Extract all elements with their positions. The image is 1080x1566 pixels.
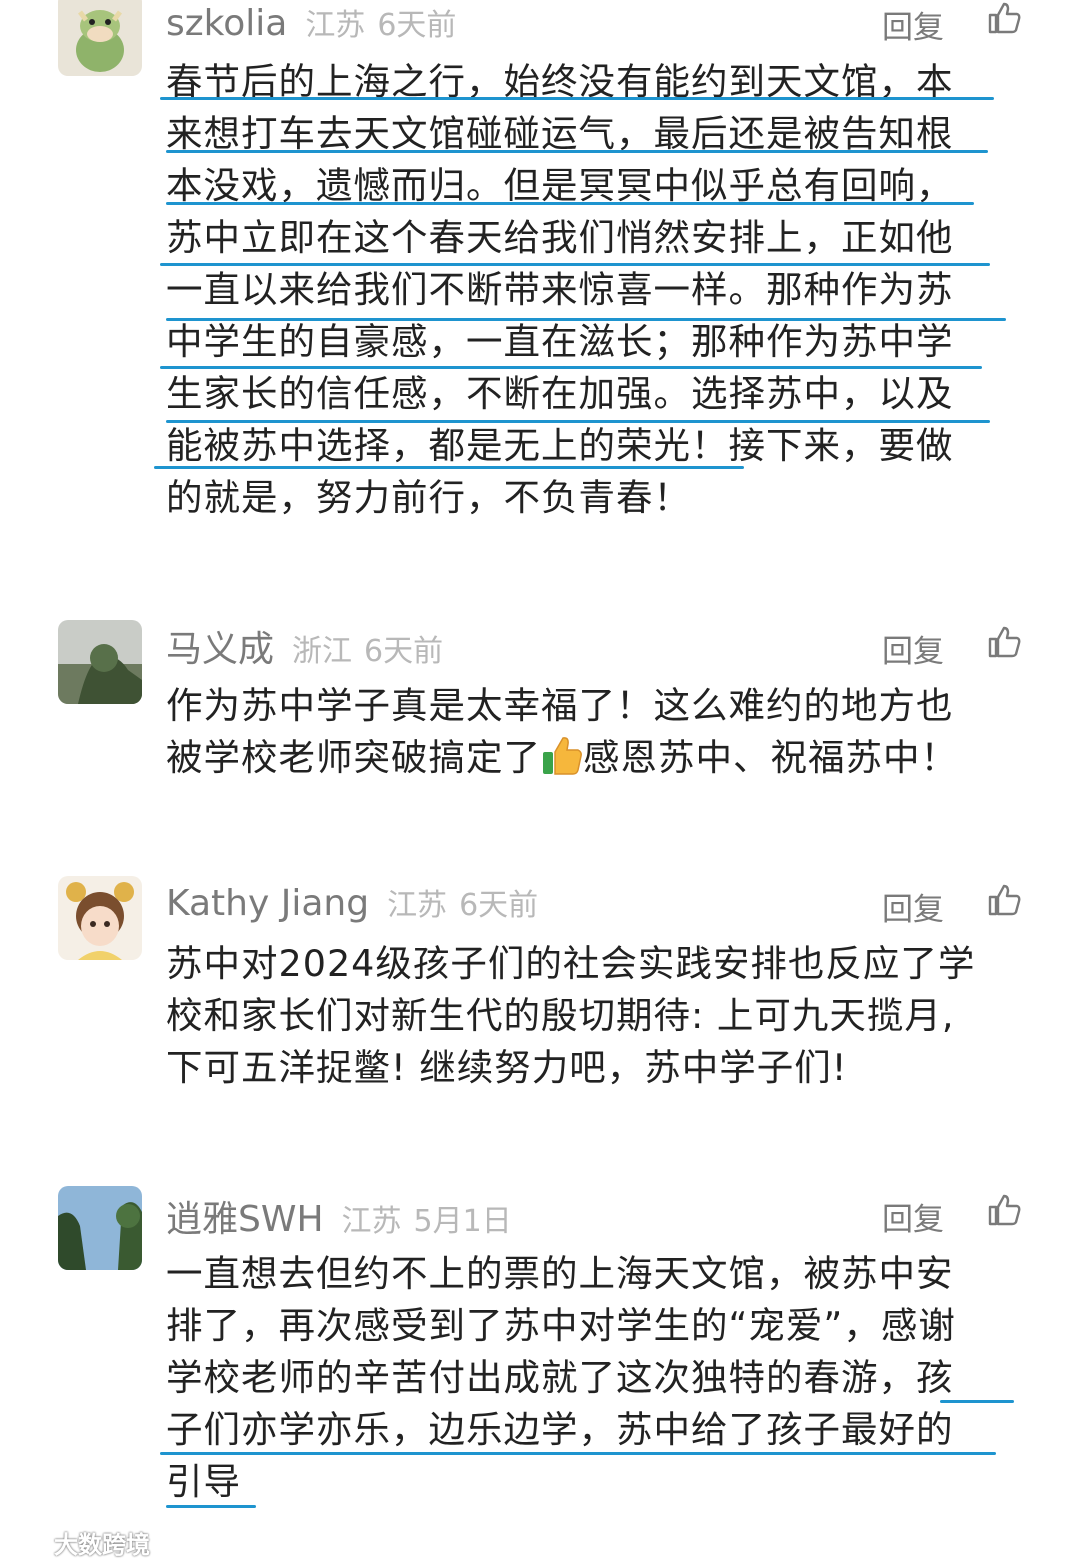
avatar[interactable] (58, 876, 142, 960)
comment-meta: 逍雅SWH 江苏 5月1日 (166, 1190, 512, 1240)
highlight-underline (160, 1452, 996, 1455)
highlight-underline (160, 97, 994, 100)
username[interactable]: 逍雅SWH (166, 1190, 324, 1242)
location: 江苏 (305, 8, 366, 43)
like-icon[interactable] (986, 882, 1022, 918)
highlight-underline (166, 420, 990, 423)
highlight-underline (166, 318, 1006, 321)
avatar[interactable] (58, 0, 142, 76)
highlight-underline (160, 263, 990, 266)
watermark: 大数跨境 (6, 1525, 150, 1560)
location: 江苏 (341, 1204, 402, 1239)
timestamp: 5月1日 (413, 1204, 512, 1239)
like-icon[interactable] (986, 624, 1022, 660)
reply-button[interactable]: 回复 (882, 626, 944, 671)
highlight-underline (160, 366, 982, 369)
comment-line: 作为苏中学子真是太幸福了！这么难约的地方也 (166, 684, 954, 727)
location: 江苏 (387, 888, 448, 923)
comment-line: 子们亦学亦乐，边乐边学，苏中给了孩子最好的 (166, 1408, 954, 1451)
comment-line: 春节后的上海之行，始终没有能约到天文馆，本 (166, 60, 954, 103)
comment-line: 学校老师的辛苦付出成就了这次独特的春游，孩 (166, 1356, 954, 1399)
highlight-underline (154, 466, 744, 469)
highlight-underline (166, 150, 988, 153)
comment-line: 一直以来给我们不断带来惊喜一样。那种作为苏 (166, 268, 954, 311)
comment-line-part: 感恩苏中、祝福苏中！ (583, 736, 958, 779)
highlight-underline (166, 202, 974, 205)
comment-line: 中学生的自豪感，一直在滋长；那种作为苏中学 (166, 320, 954, 363)
username[interactable]: Kathy Jiang (166, 883, 369, 924)
watermark-text: 大数跨境 (54, 1531, 150, 1559)
like-icon[interactable] (986, 0, 1022, 36)
location: 浙江 (292, 634, 353, 669)
comment-text: 作为苏中学子真是太幸福了！这么难约的地方也 被学校老师突破搞定了 感恩苏中、祝福苏… (166, 680, 996, 784)
watermark-logo-icon (6, 1533, 50, 1552)
comment-line: 能被苏中选择，都是无上的荣光！接下来，要做 (166, 424, 954, 467)
avatar[interactable] (58, 620, 142, 704)
comment-meta: Kathy Jiang 江苏 6天前 (166, 880, 538, 926)
comment-line: 的就是，努力前行，不负青春！ (166, 476, 691, 519)
thumbs-up-emoji-icon (541, 734, 583, 776)
reply-button[interactable]: 回复 (882, 1194, 944, 1239)
comment-line: 排了，再次感受到了苏中对学生的“宠爱”，感谢 (166, 1304, 956, 1347)
comment-line: 引导 (166, 1460, 241, 1503)
comment-line: 校和家长们对新生代的殷切期待: 上可九天揽月, (166, 994, 955, 1037)
comment-line: 下可五洋捉鳖! 继续努力吧，苏中学子们! (166, 1046, 848, 1089)
comment-line-part: 被学校老师突破搞定了 (166, 736, 541, 779)
comment-line: 苏中对2024级孩子们的社会实践安排也反应了学 (166, 942, 976, 985)
username[interactable]: 马义成 (166, 620, 274, 672)
comment-meta: 马义成 浙江 6天前 (166, 620, 443, 670)
comment-text: 春节后的上海之行，始终没有能约到天文馆，本 来想打车去天文馆碰碰运气，最后还是被… (166, 56, 996, 524)
like-icon[interactable] (986, 1192, 1022, 1228)
reply-button[interactable]: 回复 (882, 2, 944, 47)
timestamp: 6天前 (459, 888, 539, 923)
reply-button[interactable]: 回复 (882, 884, 944, 929)
comment-line: 生家长的信任感，不断在加强。选择苏中，以及 (166, 372, 954, 415)
highlight-underline (166, 1505, 256, 1508)
highlight-underline (940, 1400, 1014, 1403)
comment-meta: szkolia 江苏 6天前 (166, 0, 456, 46)
timestamp: 6天前 (364, 634, 444, 669)
username[interactable]: szkolia (166, 3, 287, 44)
avatar[interactable] (58, 1186, 142, 1270)
comment-text: 苏中对2024级孩子们的社会实践安排也反应了学 校和家长们对新生代的殷切期待: … (166, 938, 996, 1094)
comment-line: 苏中立即在这个春天给我们悄然安排上，正如他 (166, 216, 954, 259)
comment-line: 被学校老师突破搞定了 感恩苏中、祝福苏中！ (166, 732, 996, 784)
comment-text: 一直想去但约不上的票的上海天文馆，被苏中安 排了，再次感受到了苏中对学生的“宠爱… (166, 1248, 996, 1508)
comment-line: 一直想去但约不上的票的上海天文馆，被苏中安 (166, 1252, 954, 1295)
timestamp: 6天前 (377, 8, 457, 43)
